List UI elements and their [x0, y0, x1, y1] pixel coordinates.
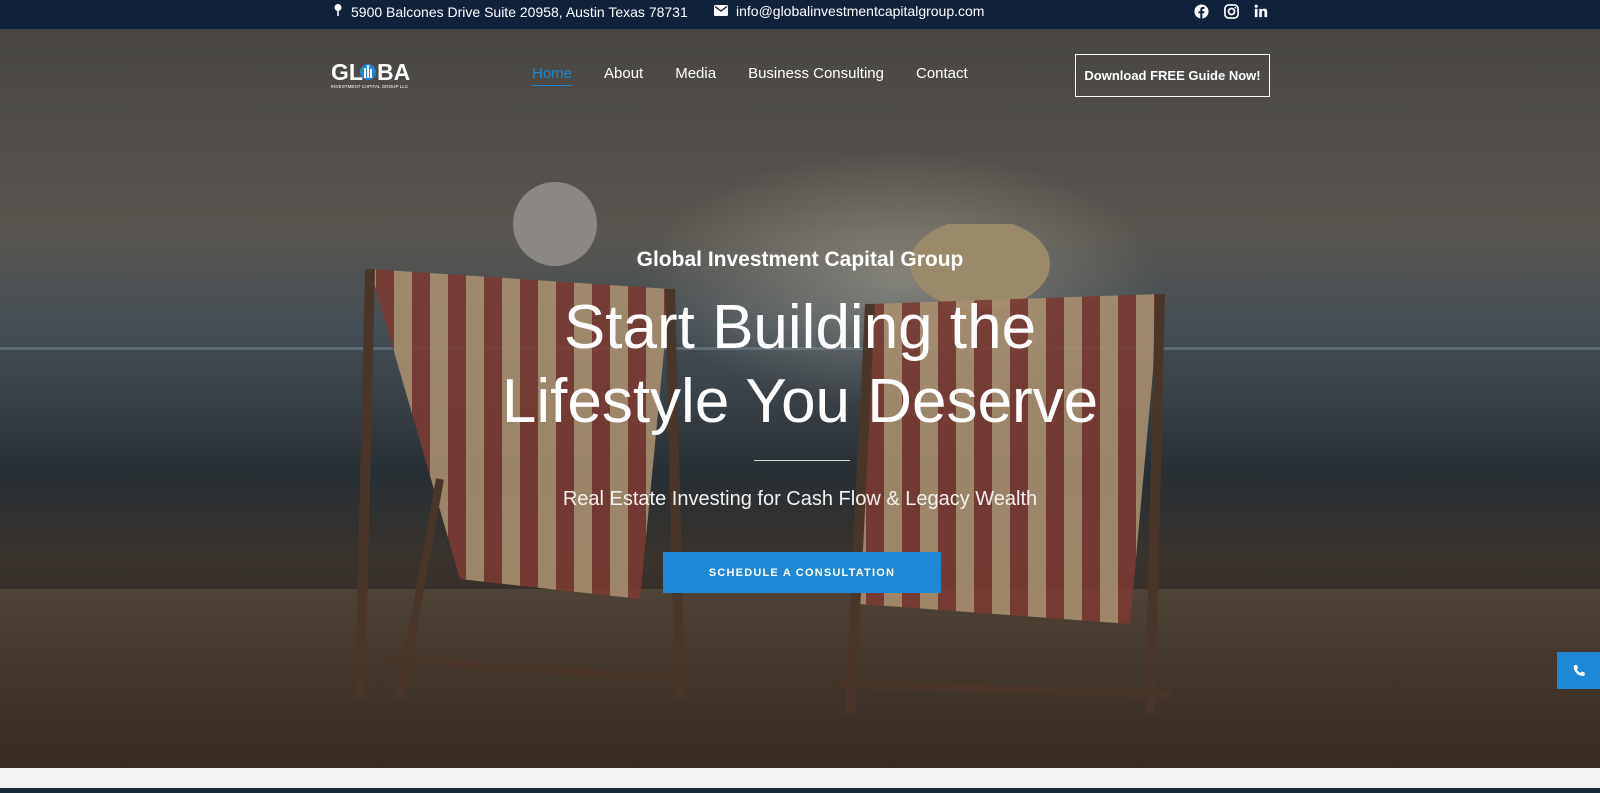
download-guide-button[interactable]: Download FREE Guide Now! [1075, 54, 1270, 97]
phone-icon [1573, 664, 1585, 676]
logo-text: GL [331, 59, 363, 85]
linkedin-icon[interactable] [1253, 3, 1269, 19]
email-link[interactable]: info@globalinvestmentcapitalgroup.com [736, 3, 984, 19]
map-pin-icon [333, 3, 343, 20]
floating-phone-button[interactable] [1557, 652, 1600, 689]
hero-subtitle: Global Investment Capital Group [636, 248, 964, 271]
envelope-icon [714, 3, 728, 19]
nav-about[interactable]: About [604, 65, 643, 86]
main-nav: Home About Media Business Consulting Con… [532, 65, 968, 86]
hero-title: Start Building the Lifestyle You Deserve [0, 291, 1600, 439]
facebook-icon[interactable] [1193, 3, 1209, 19]
nav-contact[interactable]: Contact [916, 65, 968, 86]
logo-subtext: INVESTMENT CAPITAL GROUP LLC [331, 84, 409, 89]
top-info-bar: 5900 Balcones Drive Suite 20958, Austin … [0, 0, 1600, 29]
next-section-top [0, 788, 1600, 793]
nav-home[interactable]: Home [532, 65, 573, 86]
hero-title-line-2: Lifestyle You Deserve [501, 367, 1099, 436]
hero-section: GL BAL INVESTMENT CAPITAL GROUP LLC Home… [0, 29, 1600, 768]
nav-business-consulting[interactable]: Business Consulting [748, 65, 884, 86]
hero-sand [0, 589, 1600, 768]
schedule-consultation-button[interactable]: SCHEDULE A CONSULTATION [663, 552, 941, 593]
next-section-edge [0, 768, 1600, 788]
email-block[interactable]: info@globalinvestmentcapitalgroup.com [714, 3, 984, 19]
hero-title-line-1: Start Building the [563, 293, 1037, 362]
instagram-icon[interactable] [1223, 3, 1239, 19]
nav-media[interactable]: Media [675, 65, 716, 86]
social-links [1193, 3, 1269, 19]
address-block: 5900 Balcones Drive Suite 20958, Austin … [333, 3, 688, 20]
address-text: 5900 Balcones Drive Suite 20958, Austin … [351, 3, 688, 20]
site-logo[interactable]: GL BAL INVESTMENT CAPITAL GROUP LLC [331, 59, 424, 91]
hero-divider [754, 460, 850, 461]
svg-text:BAL: BAL [377, 59, 411, 85]
hero-tagline: Real Estate Investing for Cash Flow & Le… [562, 488, 1038, 510]
